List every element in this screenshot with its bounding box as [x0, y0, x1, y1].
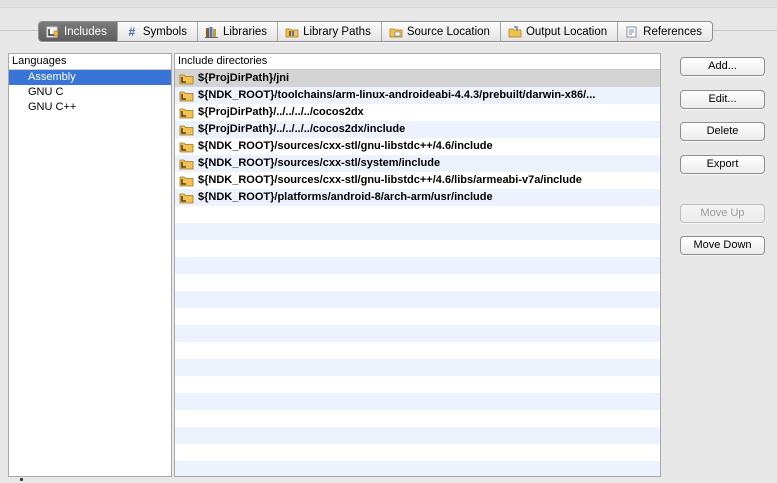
tab-label: References: [643, 25, 702, 38]
empty-row: [175, 376, 660, 393]
delete-button[interactable]: Delete: [680, 122, 765, 141]
include-directory-row[interactable]: ${ProjDirPath}/../../../../cocos2dx/incl…: [175, 121, 660, 138]
languages-column-header: Languages: [9, 54, 171, 70]
empty-row: [175, 223, 660, 240]
include-folder-icon: [179, 140, 198, 153]
include-directories-column-header: Include directories: [175, 54, 660, 70]
empty-row: [175, 359, 660, 376]
top-strip: [0, 0, 777, 8]
empty-row: [175, 410, 660, 427]
include-directory-path: ${NDK_ROOT}/sources/cxx-stl/gnu-libstdc+…: [198, 174, 582, 186]
tab-libraries[interactable]: Libraries: [198, 22, 279, 41]
include-directory-path: ${NDK_ROOT}/sources/cxx-stl/system/inclu…: [198, 157, 441, 169]
include-directory-row[interactable]: ${ProjDirPath}/../../../../cocos2dx: [175, 104, 660, 121]
include-folder-icon: [179, 106, 198, 119]
empty-row: [175, 461, 660, 476]
empty-row: [175, 342, 660, 359]
include-directory-path: ${ProjDirPath}/jni: [198, 72, 290, 84]
tab-includes[interactable]: Includes: [39, 22, 118, 41]
tab-label: Libraries: [222, 25, 268, 38]
libraries-icon: [204, 26, 218, 38]
include-directory-row[interactable]: ${NDK_ROOT}/sources/cxx-stl/gnu-libstdc+…: [175, 172, 660, 189]
includes-icon: [46, 26, 59, 37]
include-directory-path: ${NDK_ROOT}/platforms/android-8/arch-arm…: [198, 191, 493, 203]
add-button[interactable]: Add...: [680, 57, 765, 76]
empty-row: [175, 206, 660, 223]
include-folder-icon: [179, 72, 198, 85]
include-directory-path: ${NDK_ROOT}/toolchains/arm-linux-android…: [198, 89, 596, 101]
language-item-gnu-c[interactable]: GNU C: [9, 85, 171, 100]
include-directory-row[interactable]: ${NDK_ROOT}/toolchains/arm-linux-android…: [175, 87, 660, 104]
language-item-gnu-cpp[interactable]: GNU C++: [9, 100, 171, 115]
empty-row: [175, 444, 660, 461]
tab-label: Includes: [64, 25, 107, 38]
tab-source-location[interactable]: Source Location: [382, 22, 501, 41]
include-directories-table: Include directories ${ProjDirPath}/jni ${…: [174, 53, 661, 477]
languages-list: Languages Assembly GNU C GNU C++: [8, 53, 172, 477]
library-paths-icon: [285, 28, 299, 37]
include-folder-icon: [179, 157, 198, 170]
tab-symbols[interactable]: # Symbols: [118, 22, 198, 41]
include-directories-rows: ${ProjDirPath}/jni ${NDK_ROOT}/toolchains…: [175, 70, 660, 476]
include-directory-row[interactable]: ${NDK_ROOT}/sources/cxx-stl/gnu-libstdc+…: [175, 138, 660, 155]
include-folder-icon: [179, 191, 198, 204]
hash-icon: #: [128, 24, 136, 39]
include-folder-icon: [179, 123, 198, 136]
empty-row: [175, 393, 660, 410]
move-up-button[interactable]: Move Up: [680, 204, 765, 223]
include-directory-row[interactable]: ${ProjDirPath}/jni: [175, 70, 660, 87]
include-directory-path: ${ProjDirPath}/../../../../cocos2dx: [198, 106, 364, 118]
include-directory-path: ${NDK_ROOT}/sources/cxx-stl/gnu-libstdc+…: [198, 140, 493, 152]
source-folder-icon: [389, 28, 403, 37]
include-folder-icon: [179, 174, 198, 187]
move-down-button[interactable]: Move Down: [680, 236, 765, 255]
resize-grip: [20, 478, 23, 481]
include-directory-path: ${ProjDirPath}/../../../../cocos2dx/incl…: [198, 123, 406, 135]
tab-bar: Includes # Symbols Libraries Library Pat…: [38, 21, 713, 42]
tab-label: Symbols: [142, 25, 187, 38]
tab-label: Output Location: [525, 25, 608, 38]
empty-row: [175, 308, 660, 325]
tab-references[interactable]: References: [618, 22, 712, 41]
references-icon: [626, 26, 637, 37]
include-folder-icon: [179, 89, 198, 102]
output-folder-icon: [508, 25, 522, 37]
tab-label: Library Paths: [303, 25, 371, 38]
language-item-assembly[interactable]: Assembly: [9, 70, 171, 85]
empty-row: [175, 325, 660, 342]
empty-row: [175, 427, 660, 444]
empty-row: [175, 274, 660, 291]
tab-output-location[interactable]: Output Location: [501, 22, 619, 41]
empty-row: [175, 257, 660, 274]
tab-label: Source Location: [406, 25, 490, 38]
properties-page: Includes # Symbols Libraries Library Pat…: [0, 0, 777, 483]
export-button[interactable]: Export: [680, 155, 765, 174]
include-directory-row[interactable]: ${NDK_ROOT}/sources/cxx-stl/system/inclu…: [175, 155, 660, 172]
empty-row: [175, 240, 660, 257]
empty-row: [175, 291, 660, 308]
tab-library-paths[interactable]: Library Paths: [278, 22, 382, 41]
edit-button[interactable]: Edit...: [680, 90, 765, 109]
include-directory-row[interactable]: ${NDK_ROOT}/platforms/android-8/arch-arm…: [175, 189, 660, 206]
